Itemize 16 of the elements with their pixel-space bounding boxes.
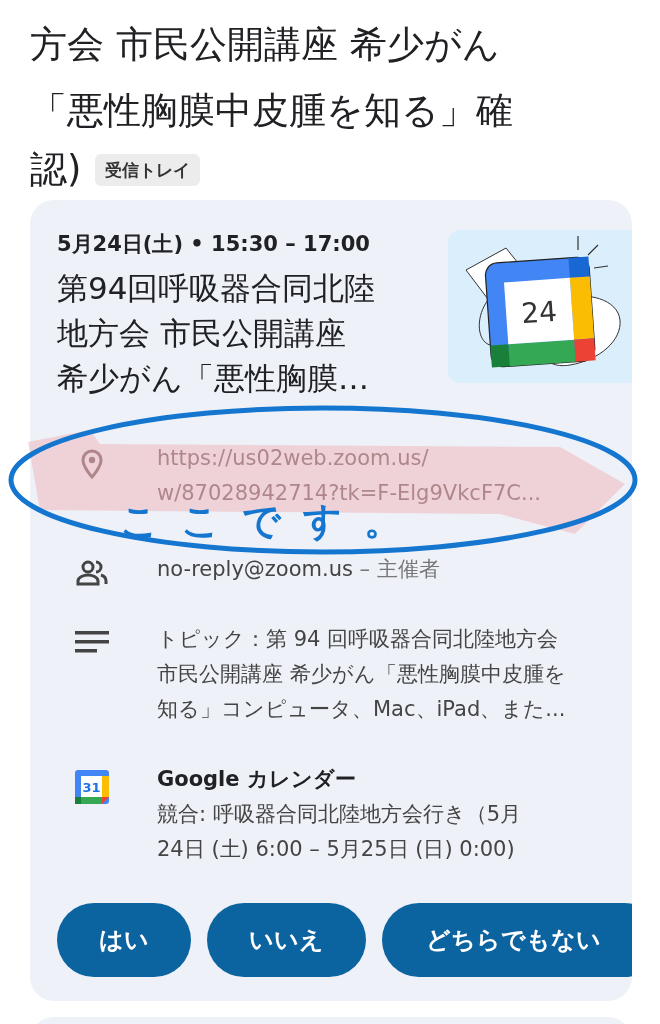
calendar-name: Google カレンダー: [157, 766, 357, 793]
calendar-icon: 31: [75, 770, 109, 804]
rsvp-button[interactable]: どちらでもない: [382, 903, 632, 977]
event-title: 第94回呼吸器合同北陸 地方会 市民公開講座 希少がん「悪性胸膜…: [57, 269, 376, 398]
organizer-role: – 主催者: [359, 557, 440, 581]
inbox-label[interactable]: 受信トレイ: [95, 154, 201, 186]
email-subject: 「悪性胸膜中皮腫を知る」確: [30, 88, 514, 134]
conflict-text: 競合: 呼吸器合同北陸地方会行き（5月 24日 (土) 6:00 – 5月25日 (日) 0:00): [157, 801, 522, 863]
event-time: 5月24日(土) • 15:30 – 17:00: [57, 231, 371, 258]
rsvp-button[interactable]: はい: [57, 903, 191, 977]
calendar-illustration-drawing: 24: [448, 230, 632, 383]
rsvp-button[interactable]: いいえ: [207, 903, 366, 977]
email-subject: 方会 市民公開講座 希少がん: [30, 22, 501, 68]
organizer-email: no-reply@zoom.us: [157, 557, 353, 581]
email-subject: 認): [30, 147, 82, 193]
event-description: トピック：第 94 回呼吸器合同北陸地方会 市民公開講座 希少がん「悪性胸膜中皮腫を 知る」コンピュータ、Mac、iPad、また...: [157, 626, 566, 723]
